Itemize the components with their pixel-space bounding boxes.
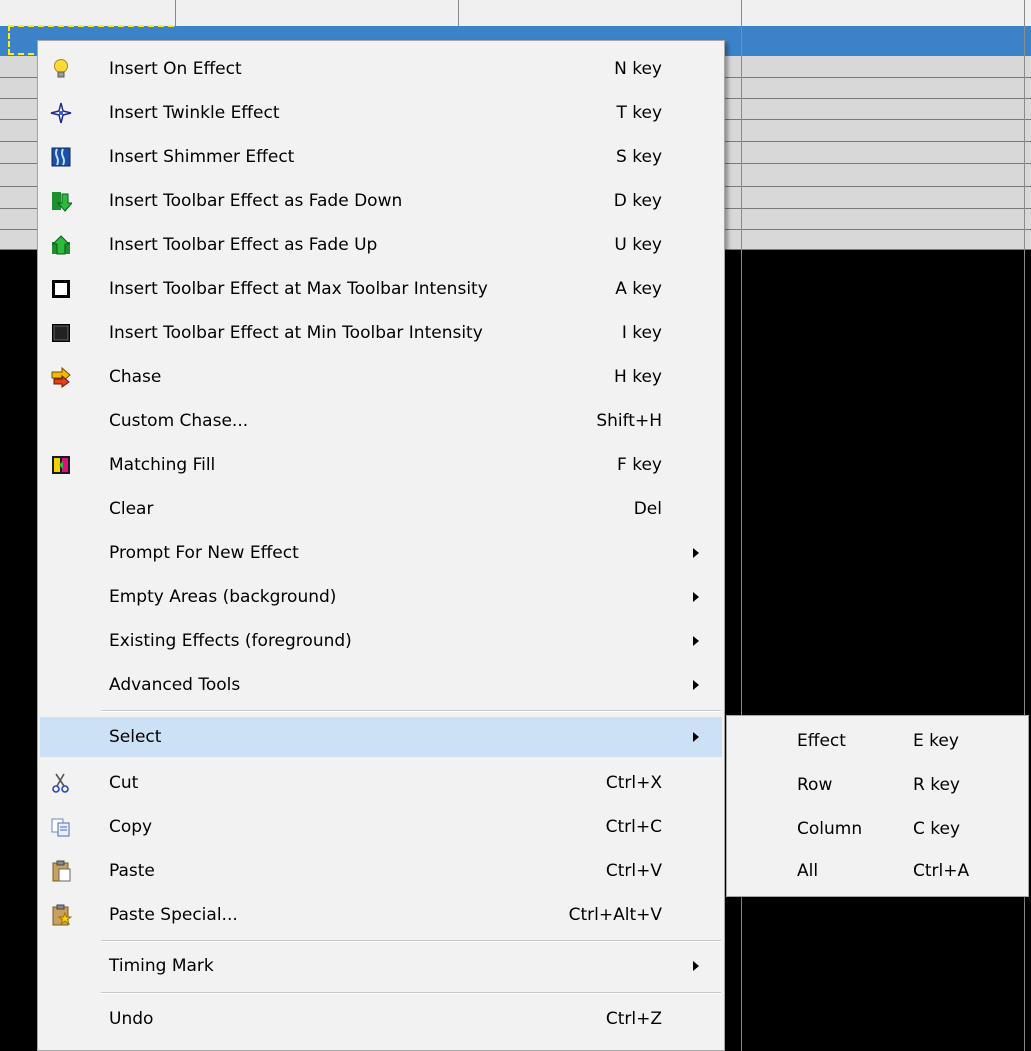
max-intensity-icon	[50, 278, 72, 300]
matching-fill-icon	[50, 454, 72, 476]
chase-icon	[50, 366, 72, 388]
scissors-icon	[50, 772, 72, 794]
menu-separator	[101, 710, 721, 712]
submenu-item-row[interactable]: Row R key	[729, 763, 1026, 807]
menu-item-copy[interactable]: Copy Ctrl+C	[40, 807, 722, 847]
menu-item-matching-fill[interactable]: Matching Fill F key	[40, 445, 722, 485]
submenu-arrow-icon	[693, 961, 699, 971]
menu-item-prompt-for-new-effect[interactable]: Prompt For New Effect	[40, 533, 722, 573]
twinkle-icon	[50, 102, 72, 124]
grid-column-divider	[458, 0, 459, 26]
copy-icon	[50, 816, 72, 838]
select-submenu: Effect E key Row R key Column C key All …	[726, 715, 1029, 897]
menu-item-existing-effects[interactable]: Existing Effects (foreground)	[40, 621, 722, 661]
clipboard-icon	[50, 860, 72, 882]
fade-down-icon	[50, 190, 74, 212]
context-menu: Insert On Effect N key Insert Twinkle Ef…	[37, 40, 725, 1051]
submenu-arrow-icon	[693, 636, 699, 646]
shimmer-icon	[50, 146, 72, 168]
submenu-arrow-icon	[693, 592, 699, 602]
menu-item-fade-up[interactable]: Insert Toolbar Effect as Fade Up U key	[40, 225, 722, 265]
menu-item-cut[interactable]: Cut Ctrl+X	[40, 763, 722, 803]
grid-column-divider	[175, 0, 176, 26]
grid-header-row	[0, 0, 1031, 27]
submenu-arrow-icon	[693, 732, 699, 742]
menu-item-max-intensity[interactable]: Insert Toolbar Effect at Max Toolbar Int…	[40, 269, 722, 309]
menu-item-paste[interactable]: Paste Ctrl+V	[40, 851, 722, 891]
menu-item-clear[interactable]: Clear Del	[40, 489, 722, 529]
menu-item-empty-areas[interactable]: Empty Areas (background)	[40, 577, 722, 617]
fade-up-icon	[50, 234, 72, 256]
submenu-item-effect[interactable]: Effect E key	[729, 719, 1026, 763]
menu-separator	[101, 940, 721, 942]
menu-item-fade-down[interactable]: Insert Toolbar Effect as Fade Down D key	[40, 181, 722, 221]
menu-item-custom-chase[interactable]: Custom Chase... Shift+H	[40, 401, 722, 441]
menu-item-timing-mark[interactable]: Timing Mark	[40, 946, 722, 986]
menu-item-chase[interactable]: Chase H key	[40, 357, 722, 397]
submenu-item-column[interactable]: Column C key	[729, 807, 1026, 851]
min-intensity-icon	[50, 322, 72, 344]
menu-item-undo[interactable]: Undo Ctrl+Z	[40, 999, 722, 1039]
menu-item-select[interactable]: Select	[40, 717, 722, 757]
submenu-arrow-icon	[693, 680, 699, 690]
lightbulb-icon	[50, 58, 72, 80]
menu-item-min-intensity[interactable]: Insert Toolbar Effect at Min Toolbar Int…	[40, 313, 722, 353]
menu-item-insert-on-effect[interactable]: Insert On Effect N key	[40, 49, 722, 89]
menu-item-insert-shimmer-effect[interactable]: Insert Shimmer Effect S key	[40, 137, 722, 177]
menu-separator	[101, 992, 721, 994]
menu-item-paste-special[interactable]: Paste Special... Ctrl+Alt+V	[40, 895, 722, 935]
menu-item-advanced-tools[interactable]: Advanced Tools	[40, 665, 722, 705]
submenu-item-all[interactable]: All Ctrl+A	[729, 849, 1026, 893]
paste-special-icon	[50, 904, 73, 926]
menu-item-insert-twinkle-effect[interactable]: Insert Twinkle Effect T key	[40, 93, 722, 133]
submenu-arrow-icon	[693, 548, 699, 558]
